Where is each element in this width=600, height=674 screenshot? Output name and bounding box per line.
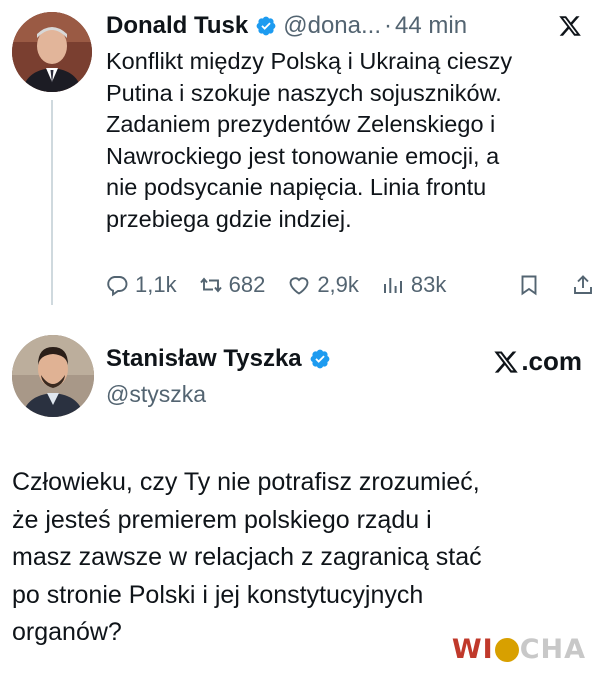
author-handle[interactable]: @dona... — [283, 12, 381, 40]
x-logo-icon — [559, 16, 581, 36]
author-name[interactable]: Stanisław Tyszka — [106, 345, 302, 373]
views-chart-icon — [383, 278, 402, 293]
tweet-text-line: Nawrockiego jest tonowanie emocji, a — [106, 142, 500, 169]
share-icon[interactable] — [571, 273, 595, 297]
separator-dot: · — [384, 12, 392, 39]
tweet-timestamp[interactable]: 44 min — [395, 12, 467, 40]
tweet-text-line: Człowieku, czy Ty nie potrafisz zrozumie… — [12, 468, 480, 496]
tweet-text-line: przebiega gdzie indziej. — [106, 205, 352, 232]
repost-icon — [199, 277, 222, 293]
tweet-text-line: nie podsycanie napięcia. Linia frontu — [106, 174, 487, 201]
verified-badge-icon — [256, 16, 276, 36]
heart-icon — [289, 277, 309, 295]
tweet1-action-bar: 1,1k 682 2,9k 83k — [105, 268, 595, 302]
tweet-text-line: Putina i szokuje naszych sojuszników. — [106, 79, 502, 106]
x-com-label: .com — [493, 346, 582, 377]
watermark-wheel-icon — [494, 637, 519, 662]
tweet-text-line: Konflikt między Polską i Ukrainą cieszy — [106, 48, 513, 74]
author-name[interactable]: Donald Tusk — [106, 12, 248, 40]
avatar-donald-tusk[interactable] — [12, 12, 92, 92]
reply-icon — [107, 276, 128, 297]
tweet-text-line: masz zawsze w relacjach z zagranicą stać — [12, 543, 482, 571]
tweet2-header: Stanisław Tyszka — [106, 345, 337, 373]
tweet-text-line: po stronie Polski i jej konstytucyjnych — [12, 580, 424, 609]
views-count: 83k — [410, 272, 447, 297]
repost-count: 682 — [228, 272, 266, 297]
repost-button[interactable]: 682 — [199, 272, 266, 298]
tweet1-text: Konflikt między Polską i Ukrainą cieszy … — [106, 46, 586, 236]
verified-badge-icon — [310, 349, 330, 369]
tweet-text-line: że jesteś premierem polskiego rządu i — [12, 505, 432, 534]
x-com-text: .com — [521, 346, 582, 376]
watermark-letter-i: I — [482, 634, 494, 665]
bookmark-icon[interactable] — [517, 273, 541, 297]
watermark-letter-w: W — [451, 634, 483, 665]
watermark-letters-cha: CHA — [519, 634, 586, 665]
avatar-stanislaw-tyszka[interactable] — [12, 335, 94, 417]
like-count: 2,9k — [317, 272, 359, 297]
thread-connector-line — [51, 100, 53, 305]
reply-button[interactable]: 1,1k — [105, 272, 177, 298]
views-button[interactable]: 83k — [381, 272, 446, 298]
wiocha-watermark-logo: W I CHA — [452, 634, 586, 665]
tweet2-text: Człowieku, czy Ty nie potrafisz zrozumie… — [12, 464, 592, 652]
like-button[interactable]: 2,9k — [287, 272, 359, 298]
reply-count: 1,1k — [135, 272, 177, 297]
x-logo-icon — [494, 350, 519, 373]
tweet-text-line: Zadaniem prezydentów Zelenskiego i — [106, 111, 496, 138]
tweet1-header: Donald Tusk @dona... · 44 min — [106, 10, 467, 42]
author-handle[interactable]: @styszka — [106, 381, 206, 408]
